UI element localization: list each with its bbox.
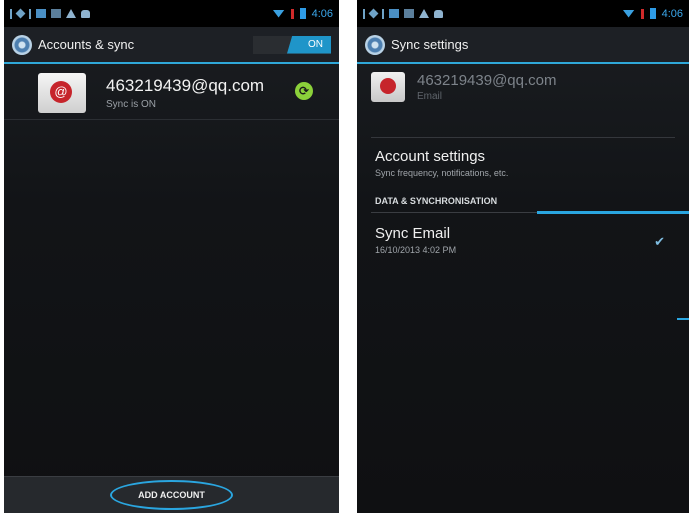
wifi-icon bbox=[272, 9, 285, 18]
account-info: 463219439@qq.com Email bbox=[417, 72, 557, 102]
signal-warning-icon bbox=[640, 8, 644, 19]
notification-icons bbox=[10, 8, 90, 19]
account-settings-subtitle: Sync frequency, notifications, etc. bbox=[375, 168, 509, 178]
signal-warning-icon bbox=[290, 8, 294, 19]
account-email: 463219439@qq.com bbox=[417, 72, 557, 89]
accounts-sync-screen: 4:06 Accounts & sync ON @ 463219439@qq.c… bbox=[4, 0, 339, 513]
email-icon: @ bbox=[38, 72, 86, 113]
android-icon bbox=[434, 9, 443, 18]
sync-settings-screen: 4:06 Sync settings 463219439@qq.com Emai… bbox=[357, 0, 689, 513]
gallery-icon bbox=[36, 9, 46, 18]
usb-icon bbox=[10, 8, 12, 19]
action-bar: Accounts & sync ON bbox=[4, 27, 339, 64]
toggle-on-label: ON bbox=[287, 35, 331, 54]
clock: 4:06 bbox=[311, 7, 333, 20]
sync-toggle[interactable]: ON bbox=[253, 35, 331, 54]
system-icons: 4:06 bbox=[622, 7, 683, 20]
divider bbox=[371, 137, 675, 138]
account-row[interactable]: @ 463219439@qq.com Sync is ON bbox=[4, 66, 339, 120]
usb-icon-2 bbox=[382, 8, 384, 19]
gallery-icon bbox=[389, 9, 399, 18]
scroll-indicator bbox=[677, 318, 689, 320]
warning-icon bbox=[419, 9, 429, 18]
battery-icon bbox=[649, 8, 656, 19]
usb-icon bbox=[363, 8, 365, 19]
sync-email-item[interactable]: Sync Email 16/10/2013 4:02 PM bbox=[375, 225, 456, 255]
wifi-icon bbox=[622, 9, 635, 18]
account-settings-title: Account settings bbox=[375, 148, 486, 165]
sync-status: Sync is ON bbox=[106, 98, 157, 110]
account-settings-item[interactable]: Account settings Sync frequency, notific… bbox=[375, 148, 508, 178]
notification-icons bbox=[363, 8, 443, 19]
settings-gear-icon[interactable] bbox=[365, 34, 385, 55]
account-email: 463219439@qq.com bbox=[106, 75, 265, 95]
usb-icon-2 bbox=[29, 8, 31, 19]
warning-icon bbox=[66, 9, 76, 18]
page-title: Sync settings bbox=[391, 37, 469, 52]
settings-gear-icon[interactable] bbox=[12, 34, 32, 55]
sync-email-timestamp: 16/10/2013 4:02 PM bbox=[375, 245, 457, 255]
android-icon bbox=[81, 9, 90, 18]
account-type: Email bbox=[417, 91, 443, 102]
account-header: 463219439@qq.com Email bbox=[371, 72, 557, 102]
page-title: Accounts & sync bbox=[38, 37, 135, 52]
debug-icon bbox=[368, 8, 379, 19]
battery-icon bbox=[299, 8, 306, 19]
action-bar: Sync settings bbox=[357, 27, 689, 64]
clock: 4:06 bbox=[661, 7, 683, 20]
image-icon bbox=[404, 9, 414, 18]
sync-email-title: Sync Email bbox=[375, 225, 451, 242]
email-icon bbox=[371, 72, 405, 102]
section-header: DATA & SYNCHRONISATION bbox=[375, 196, 498, 206]
status-bar: 4:06 bbox=[357, 0, 689, 27]
debug-icon bbox=[15, 8, 26, 19]
bottom-bar: ADD ACCOUNT bbox=[4, 476, 339, 513]
section-accent-line bbox=[537, 211, 689, 214]
status-bar: 4:06 bbox=[4, 0, 339, 27]
image-icon bbox=[51, 9, 61, 18]
system-icons: 4:06 bbox=[272, 7, 333, 20]
account-info: 463219439@qq.com Sync is ON bbox=[106, 76, 264, 110]
sync-icon: ⟳ bbox=[295, 82, 313, 100]
checkmark-icon[interactable]: ✔ bbox=[654, 234, 665, 250]
add-account-button[interactable]: ADD ACCOUNT bbox=[110, 480, 233, 510]
